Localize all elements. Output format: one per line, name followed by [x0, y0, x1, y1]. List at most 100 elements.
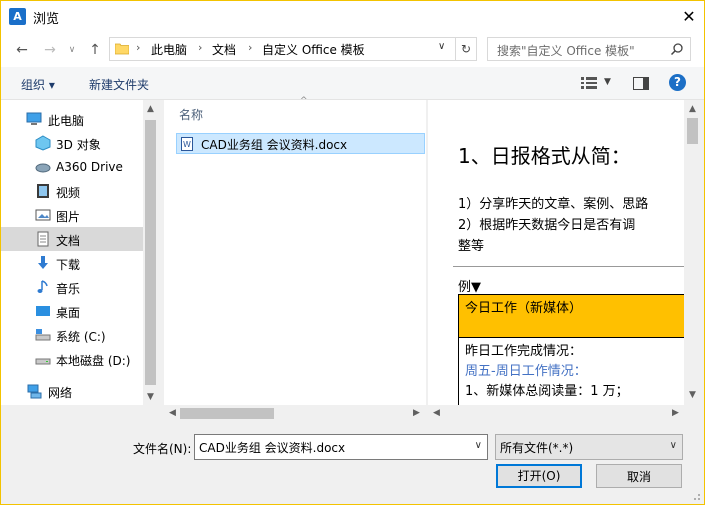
preview-heading: 1、日报格式从简：	[458, 144, 631, 168]
network-icon	[27, 384, 42, 399]
preview-line: 1）分享昨天的文章、案例、思路	[458, 197, 649, 212]
nav-item-a360-drive[interactable]: A360 Drive	[1, 155, 143, 179]
cancel-button[interactable]: 取消	[596, 464, 682, 488]
system-drive-icon	[35, 329, 51, 341]
refresh-icon[interactable]: ↻	[455, 38, 476, 60]
breadcrumb-separator: ›	[136, 41, 141, 54]
scroll-left-icon[interactable]: ◀	[165, 408, 180, 418]
preview-table-header-text: 今日工作（新媒体）	[465, 301, 583, 316]
preview-table-body: 昨日工作完成情况： 周五-周日工作情况： 1、新媒体总阅读量：1 万；	[459, 338, 684, 405]
svg-text:W: W	[183, 140, 191, 149]
preview-line: 整等	[458, 239, 485, 254]
nav-label: 音乐	[56, 282, 81, 296]
nav-item-downloads[interactable]: 下载	[1, 251, 143, 275]
nav-scrollbar[interactable]: ▲ ▼	[143, 100, 158, 405]
sort-ascending-icon: ^	[300, 96, 308, 106]
preview-line: 2）根据昨天数据今日是否有调	[458, 218, 636, 233]
address-row: ← → ∨ ↑ › 此电脑 › 文档 › 自定义 Office 模板 ∨ ↻ 搜…	[1, 32, 704, 67]
nav-item-music[interactable]: 音乐	[1, 275, 143, 299]
file-browse-dialog: A 浏览 ✕ ← → ∨ ↑ › 此电脑 › 文档 › 自定义 Office 模…	[0, 0, 705, 505]
file-list-pane: ^ 名称 W CAD业务组 会议资料.docx	[164, 96, 426, 405]
scroll-left-icon[interactable]: ◀	[429, 408, 444, 418]
breadcrumb-documents[interactable]: 文档	[212, 41, 236, 58]
scroll-down-icon[interactable]: ▼	[685, 390, 700, 400]
scroll-right-icon[interactable]: ▶	[409, 408, 424, 418]
file-name: CAD业务组 会议资料.docx	[201, 138, 348, 152]
filetype-select[interactable]: 所有文件(*.*) ∨	[495, 434, 683, 460]
file-item[interactable]: W CAD业务组 会议资料.docx	[176, 133, 425, 154]
scroll-right-icon[interactable]: ▶	[668, 408, 683, 418]
pictures-icon	[35, 209, 51, 221]
nav-item-documents[interactable]: 文档	[1, 227, 143, 251]
nav-label: 图片	[56, 210, 81, 224]
breadcrumb-separator: ›	[198, 41, 203, 54]
search-input[interactable]: 搜索"自定义 Office 模板"	[487, 37, 691, 61]
back-arrow-icon[interactable]: ←	[13, 41, 31, 59]
3d-objects-icon	[35, 135, 51, 151]
window-title: 浏览	[33, 12, 60, 27]
filename-field[interactable]: CAD业务组 会议资料.docx ∨	[194, 434, 488, 460]
nav-label: 此电脑	[48, 114, 85, 128]
open-button[interactable]: 打开(O)	[496, 464, 582, 488]
breadcrumb-separator: ›	[248, 41, 253, 54]
nav-label: 本地磁盘 (D:)	[56, 354, 131, 368]
preview-table-line: 周五-周日工作情况：	[465, 364, 587, 379]
preview-vscrollbar[interactable]: ▲ ▼	[684, 100, 701, 405]
nav-item-this-pc[interactable]: 此电脑	[1, 107, 143, 131]
address-bar[interactable]: › 此电脑 › 文档 › 自定义 Office 模板 ∨ ↻	[109, 37, 477, 61]
scroll-up-icon[interactable]: ▲	[143, 104, 158, 114]
scroll-up-icon[interactable]: ▲	[685, 104, 700, 114]
word-document-icon: W	[181, 137, 193, 151]
up-arrow-icon[interactable]: ↑	[86, 41, 104, 59]
view-dropdown-icon[interactable]: ▼	[604, 77, 611, 87]
nav-item-3d-objects[interactable]: 3D 对象	[1, 131, 143, 155]
filetype-value: 所有文件(*.*)	[500, 441, 574, 455]
nav-label: A360 Drive	[56, 160, 123, 174]
breadcrumb-this-pc[interactable]: 此电脑	[151, 41, 187, 58]
music-icon	[37, 280, 48, 293]
video-icon	[37, 184, 49, 198]
nav-item-network[interactable]: 网络	[1, 379, 143, 403]
recent-dropdown-icon[interactable]: ∨	[63, 41, 81, 59]
file-list-hscrollbar[interactable]: ◀ ▶	[164, 405, 426, 422]
nav-item-pictures[interactable]: 图片	[1, 203, 143, 227]
nav-item-system-drive[interactable]: 系统 (C:)	[1, 323, 143, 347]
preview-pane: 1、日报格式从简： 1）分享昨天的文章、案例、思路 2）根据昨天数据今日是否有调…	[428, 100, 684, 405]
preview-pane-icon[interactable]	[633, 77, 649, 90]
filename-label: 文件名(N):	[133, 442, 192, 456]
nav-item-local-disk[interactable]: 本地磁盘 (D:)	[1, 347, 143, 371]
preview-table-header: 今日工作（新媒体）	[459, 295, 684, 338]
nav-scroll-thumb[interactable]	[145, 120, 156, 385]
title-bar: A 浏览 ✕	[1, 1, 704, 32]
nav-item-desktop[interactable]: 桌面	[1, 299, 143, 323]
filename-value: CAD业务组 会议资料.docx	[199, 441, 346, 455]
help-button[interactable]: ?	[669, 74, 686, 91]
organize-menu[interactable]: 组织 ▾	[21, 76, 55, 93]
documents-icon	[37, 231, 49, 247]
resize-grip-icon[interactable]	[691, 491, 701, 501]
chevron-down-icon[interactable]: ∨	[475, 440, 482, 451]
column-header-name[interactable]: 名称	[179, 106, 203, 123]
nav-item-videos[interactable]: 视频	[1, 179, 143, 203]
preview-hscrollbar[interactable]: ◀ ▶	[428, 405, 684, 422]
breadcrumb-office-templates[interactable]: 自定义 Office 模板	[262, 41, 365, 58]
view-options-icon[interactable]	[581, 77, 597, 89]
app-icon: A	[9, 8, 26, 25]
nav-label: 3D 对象	[56, 138, 101, 152]
desktop-icon	[36, 306, 50, 316]
search-icon	[670, 43, 683, 56]
nav-label: 网络	[48, 386, 73, 400]
cloud-drive-icon	[35, 163, 51, 173]
preview-vscroll-thumb[interactable]	[687, 118, 698, 144]
nav-label: 系统 (C:)	[56, 330, 106, 344]
navigation-pane: 此电脑 3D 对象 A360 Drive 视频 图片 文档 下载 音乐 桌面 系…	[1, 100, 143, 405]
download-icon	[38, 256, 48, 269]
preview-example-label: 例▼	[458, 280, 481, 295]
forward-arrow-icon[interactable]: →	[41, 41, 59, 59]
new-folder-button[interactable]: 新建文件夹	[89, 76, 149, 93]
address-dropdown-icon[interactable]: ∨	[438, 41, 445, 52]
hscroll-thumb[interactable]	[180, 408, 274, 419]
scroll-down-icon[interactable]: ▼	[143, 392, 158, 402]
close-button[interactable]: ✕	[674, 1, 704, 32]
preview-divider	[453, 266, 684, 267]
